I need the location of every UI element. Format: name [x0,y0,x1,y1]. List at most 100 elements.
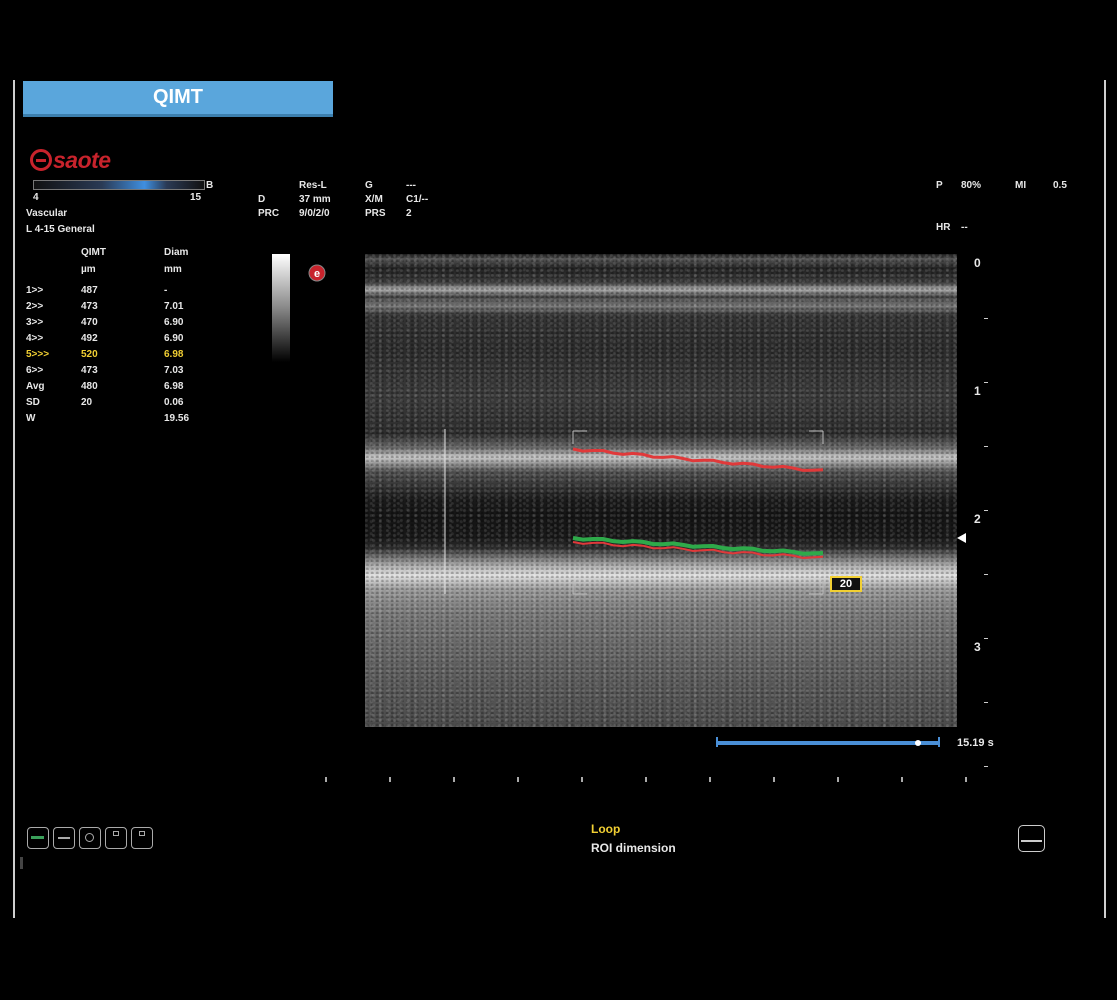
param-key-prs: PRS [365,208,386,219]
mode-banner[interactable]: QIMT [23,81,333,117]
loop-slider[interactable] [716,737,940,747]
esaote-e-icon: e [308,264,326,282]
row-diam: 7.01 [164,301,184,312]
row-label: W [26,413,36,424]
roi-corner-tl [572,430,587,444]
header-diam: Diam [164,247,189,258]
timeline-tick [325,777,327,782]
esaote-logo: saote [30,146,111,174]
network-share-icon[interactable] [131,827,153,849]
mi-label: MI [1015,180,1027,191]
preset-probe: L 4-15 General [26,224,95,235]
row-diam: 6.90 [164,317,184,328]
network-icon[interactable] [105,827,127,849]
timeline-tick [517,777,519,782]
timeline-tick [965,777,967,782]
loop-slider-thumb[interactable] [914,740,921,746]
param-key-resl: Res-L [299,180,327,191]
row-label: Avg [26,381,45,392]
grayscale-bar [272,254,290,362]
row-diam: 7.03 [164,365,184,376]
row-label: 4>> [26,333,44,344]
unit-diam: mm [164,264,182,275]
focus-marker-icon[interactable] [957,533,966,543]
imt-overlay [444,429,824,595]
row-diam: 6.90 [164,333,184,344]
depth-tick [984,638,988,639]
row-qimt: 473 [81,365,98,376]
unit-qimt: µm [81,264,96,275]
param-value-prs: 2 [406,208,412,219]
timeline-tick [773,777,775,782]
param-value-prc: 9/0/2/0 [299,208,330,219]
row-label: 2>> [26,301,44,312]
depth-tick [984,446,988,447]
ultrasound-image[interactable] [365,254,957,727]
dynamic-range-max: 15 [190,192,202,203]
depth-label: 0 [974,256,981,270]
peripheral-icons [27,827,153,849]
row-qimt: 492 [81,333,98,344]
param-key-xm: X/M [365,194,383,205]
header-qimt: QIMT [81,247,106,258]
row-qimt: 480 [81,381,98,392]
roi-corner-tr [809,430,824,444]
depth-label: 2 [974,512,981,526]
preset-application: Vascular [26,208,68,219]
param-value-d: 37 mm [299,194,331,205]
timeline-tick [645,777,647,782]
power-value: 80% [961,180,982,191]
row-qimt: 487 [81,285,98,296]
row-label: 1>> [26,285,44,296]
dynamic-range-unit: B [206,180,214,191]
timeline-tick [901,777,903,782]
param-key-g: G [365,180,373,191]
battery-icon[interactable] [27,827,49,849]
logo-e-icon [30,149,52,171]
hr-label: HR [936,222,951,233]
dynamic-range-bar [33,180,205,190]
logo-text: saote [53,146,111,173]
row-diam: 6.98 [164,349,184,360]
frame-right-border [1104,80,1106,918]
frame-left-border [13,80,15,918]
depth-tick [984,510,988,511]
disc-icon[interactable] [79,827,101,849]
roi-corner-bl [572,581,587,595]
dynamic-range-min: 4 [33,192,39,203]
row-qimt: 470 [81,317,98,328]
row-diam: 19.56 [164,413,190,424]
row-label: 3>> [26,317,44,328]
row-qimt: 473 [81,301,98,312]
mi-value: 0.5 [1053,180,1067,191]
row-label: 5>>> [26,349,50,360]
roi-corner-br [809,581,824,595]
depth-label: 1 [974,384,981,398]
timeline-tick [581,777,583,782]
row-label: 6>> [26,365,44,376]
depth-label: 3 [974,640,981,654]
row-diam: 0.06 [164,397,184,408]
row-label: SD [26,397,40,408]
roi-value-badge: 20 [830,576,862,592]
row-diam: 6.98 [164,381,184,392]
svg-text:e: e [314,268,320,280]
timeline-tick [453,777,455,782]
param-value-g: --- [406,180,416,191]
timeline-tick [837,777,839,782]
hr-value: -- [961,222,968,233]
usb-icon[interactable] [53,827,75,849]
depth-tick [984,702,988,703]
ultrasound-screen: QIMT saote B 4 15 Vascular L 4-15 Genera… [0,0,1117,1000]
param-key-d: D [258,194,266,205]
status-roi-dimension: ROI dimension [591,841,676,855]
depth-tick [984,382,988,383]
depth-tick [984,318,988,319]
row-qimt: 520 [81,349,98,360]
loop-duration: 15.19 s [957,737,994,749]
near-wall-trace [572,447,824,472]
storage-icon[interactable] [1018,825,1045,852]
row-diam: - [164,285,168,296]
status-loop: Loop [591,822,621,836]
depth-tick [984,766,988,767]
